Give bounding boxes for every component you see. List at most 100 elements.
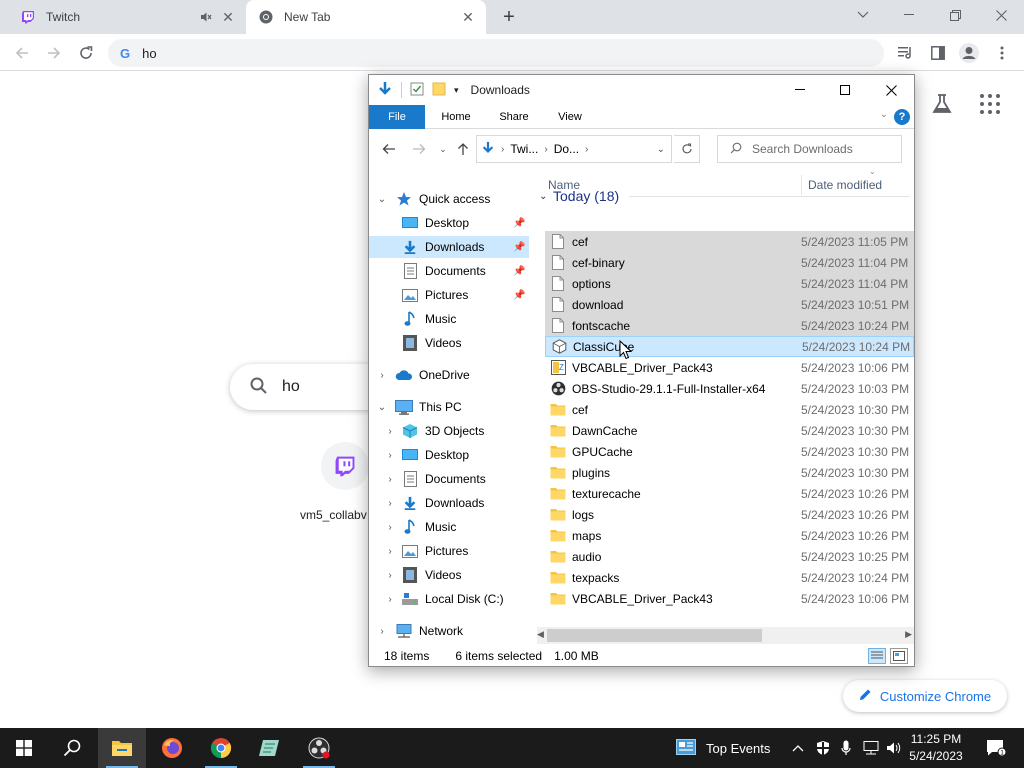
- volume-icon[interactable]: [884, 728, 904, 768]
- file-row[interactable]: download 5/24/2023 10:51 PM: [545, 294, 914, 315]
- chevron-up-icon[interactable]: [788, 728, 808, 768]
- chevron-down-icon[interactable]: ⌄: [657, 144, 665, 155]
- profile-avatar-icon[interactable]: [958, 42, 980, 64]
- file-row[interactable]: DawnCache 5/24/2023 10:30 PM: [545, 420, 914, 441]
- horizontal-scrollbar[interactable]: ◀ ▶: [537, 627, 914, 644]
- breadcrumb-user[interactable]: Twi...: [510, 142, 538, 156]
- back-button[interactable]: [379, 139, 399, 159]
- restore-button[interactable]: [932, 0, 978, 30]
- pin-icon[interactable]: 📌: [513, 242, 525, 253]
- chevron-down-icon[interactable]: ⌄: [375, 402, 389, 413]
- nav-qa-pictures[interactable]: Pictures 📌: [369, 284, 529, 306]
- file-row[interactable]: cef 5/24/2023 10:30 PM: [545, 399, 914, 420]
- chevron-down-icon[interactable]: ▾: [454, 85, 459, 96]
- file-row[interactable]: cef-binary 5/24/2023 11:04 PM: [545, 252, 914, 273]
- nav-qa-documents[interactable]: Documents 📌: [369, 260, 529, 282]
- minimize-button[interactable]: [886, 0, 932, 30]
- chevron-down-icon[interactable]: ⌄: [539, 191, 553, 202]
- tab-view[interactable]: View: [545, 105, 595, 129]
- chevron-right-icon[interactable]: ›: [375, 626, 389, 637]
- microphone-icon[interactable]: [836, 728, 856, 768]
- chevron-down-icon[interactable]: ⌄: [375, 194, 389, 205]
- file-row[interactable]: options 5/24/2023 11:04 PM: [545, 273, 914, 294]
- tab-home[interactable]: Home: [431, 105, 481, 129]
- file-row[interactable]: fontscache 5/24/2023 10:24 PM: [545, 315, 914, 336]
- nav-pc-downloads[interactable]: › Downloads: [369, 492, 529, 514]
- search-button[interactable]: [48, 728, 96, 768]
- path-breadcrumb[interactable]: › Twi... › Do... › ⌄: [476, 135, 672, 163]
- chevron-down-icon[interactable]: [840, 0, 886, 30]
- taskbar-clock[interactable]: 11:25 PM 5/24/2023: [906, 731, 966, 765]
- taskbar-chrome[interactable]: [197, 728, 245, 768]
- taskbar-firefox[interactable]: [148, 728, 196, 768]
- reload-button[interactable]: [73, 40, 99, 66]
- close-window-button[interactable]: [868, 75, 914, 105]
- help-icon[interactable]: ?: [894, 109, 910, 125]
- nav-pc-videos[interactable]: › Videos: [369, 564, 529, 586]
- file-row[interactable]: Z VBCABLE_Driver_Pack43 5/24/2023 10:06 PM: [545, 357, 914, 378]
- file-row[interactable]: ClassiCube 5/24/2023 10:24 PM: [545, 336, 914, 357]
- nav-pc-local-disk[interactable]: › Local Disk (C:): [369, 588, 529, 610]
- customize-chrome-button[interactable]: Customize Chrome: [843, 680, 1007, 712]
- close-window-button[interactable]: [978, 0, 1024, 30]
- refresh-button[interactable]: [674, 135, 700, 163]
- nav-qa-videos[interactable]: Videos: [369, 332, 529, 354]
- chevron-left-icon[interactable]: ◀: [537, 629, 544, 640]
- forward-button[interactable]: [41, 40, 67, 66]
- pin-icon[interactable]: 📌: [513, 266, 525, 277]
- up-button[interactable]: [453, 139, 473, 159]
- google-apps-icon[interactable]: [980, 94, 1000, 114]
- chevron-right-icon[interactable]: ›: [383, 546, 397, 557]
- nav-pc-documents[interactable]: › Documents: [369, 468, 529, 490]
- chevron-right-icon[interactable]: ›: [383, 498, 397, 509]
- nav-pc-3d-objects[interactable]: › 3D Objects: [369, 420, 529, 442]
- nav-onedrive[interactable]: › OneDrive: [369, 364, 529, 386]
- nav-qa-desktop[interactable]: Desktop 📌: [369, 212, 529, 234]
- file-row[interactable]: logs 5/24/2023 10:26 PM: [545, 504, 914, 525]
- file-row[interactable]: maps 5/24/2023 10:26 PM: [545, 525, 914, 546]
- back-button[interactable]: [9, 40, 35, 66]
- address-bar[interactable]: G ho: [108, 39, 884, 67]
- side-panel-icon[interactable]: [927, 42, 949, 64]
- group-header-today[interactable]: ⌄ Today (18): [537, 185, 914, 207]
- tab-twitch[interactable]: Twitch ✕: [8, 0, 246, 34]
- speaker-muted-icon[interactable]: [198, 9, 214, 25]
- file-row[interactable]: texturecache 5/24/2023 10:26 PM: [545, 483, 914, 504]
- network-tray-icon[interactable]: [860, 728, 882, 768]
- details-view-button[interactable]: [868, 648, 886, 664]
- nav-this-pc[interactable]: ⌄ This PC: [369, 396, 529, 418]
- taskbar-classicube[interactable]: [246, 728, 294, 768]
- chevron-right-icon[interactable]: ›: [383, 474, 397, 485]
- search-downloads-input[interactable]: Search Downloads: [717, 135, 902, 163]
- file-row[interactable]: plugins 5/24/2023 10:30 PM: [545, 462, 914, 483]
- pin-icon[interactable]: 📌: [513, 290, 525, 301]
- security-shield-icon[interactable]: [812, 728, 834, 768]
- chevron-right-icon[interactable]: ›: [383, 594, 397, 605]
- top-events-widget[interactable]: Top Events: [676, 728, 770, 768]
- chevron-right-icon[interactable]: ›: [375, 370, 389, 381]
- new-tab-button[interactable]: +: [496, 5, 522, 29]
- chevron-right-icon[interactable]: ›: [383, 426, 397, 437]
- large-icons-view-button[interactable]: [890, 648, 908, 664]
- maximize-button[interactable]: [822, 75, 868, 105]
- close-icon[interactable]: ✕: [220, 9, 236, 25]
- scrollbar-thumb[interactable]: [547, 629, 762, 642]
- chrome-labs-icon[interactable]: [930, 92, 954, 116]
- tab-new-tab[interactable]: New Tab ✕: [246, 0, 486, 34]
- nav-pc-pictures[interactable]: › Pictures: [369, 540, 529, 562]
- forward-button[interactable]: [409, 139, 429, 159]
- chevron-down-icon[interactable]: ⌄: [880, 109, 888, 120]
- chevron-right-icon[interactable]: ›: [383, 570, 397, 581]
- file-row[interactable]: cef 5/24/2023 11:05 PM: [545, 231, 914, 252]
- nav-qa-music[interactable]: Music: [369, 308, 529, 330]
- start-button[interactable]: [0, 728, 48, 768]
- new-folder-icon[interactable]: [432, 82, 446, 99]
- recent-locations-icon[interactable]: ⌄: [433, 139, 453, 159]
- chevron-right-icon[interactable]: ›: [383, 522, 397, 533]
- notification-center-button[interactable]: 1: [980, 728, 1012, 768]
- nav-quick-access[interactable]: ⌄ Quick access: [369, 188, 529, 210]
- nav-pc-music[interactable]: › Music: [369, 516, 529, 538]
- nav-network[interactable]: › Network: [369, 620, 529, 639]
- breadcrumb-downloads[interactable]: Do...: [554, 142, 579, 156]
- more-menu-icon[interactable]: [991, 42, 1013, 64]
